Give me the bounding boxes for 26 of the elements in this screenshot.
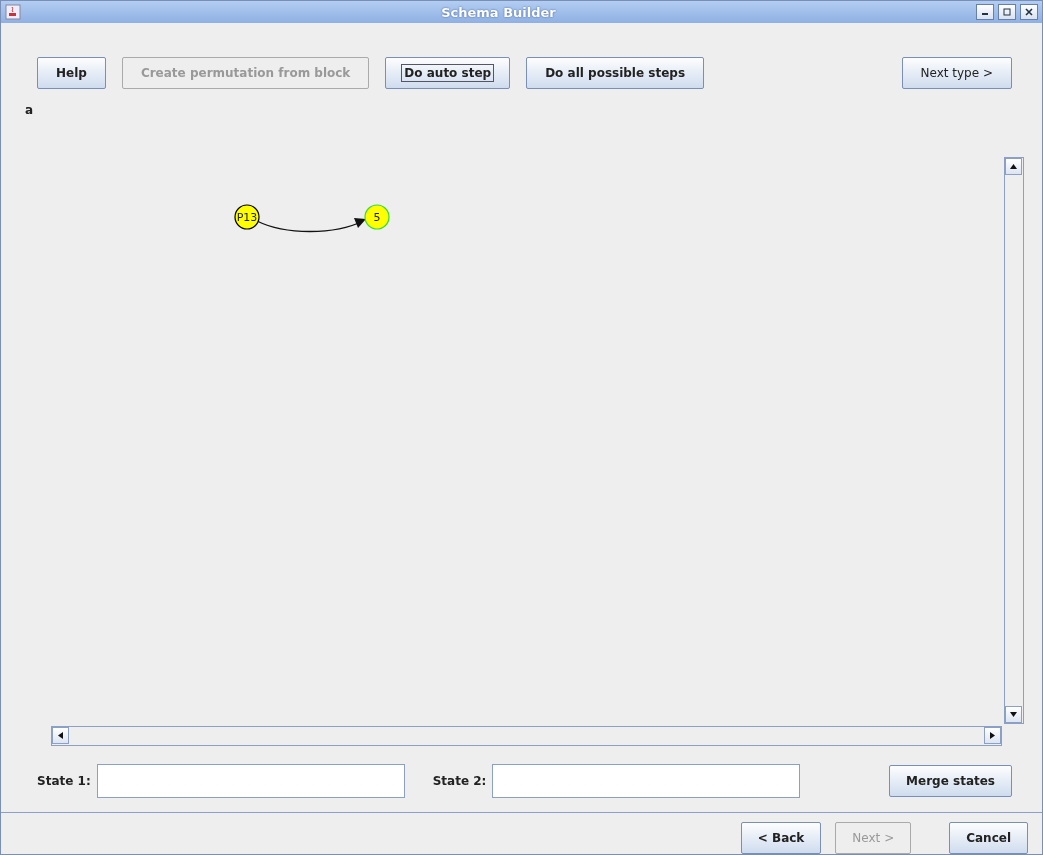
- horizontal-scrollbar[interactable]: [51, 726, 1002, 746]
- maximize-button[interactable]: [998, 4, 1016, 20]
- field-label: State 2:: [432, 774, 487, 788]
- field-label: State 1:: [37, 774, 91, 788]
- state-field[interactable]: [96, 764, 405, 798]
- state-field[interactable]: [492, 764, 801, 798]
- minimize-button[interactable]: [976, 4, 994, 20]
- toolbar-button[interactable]: Help: [37, 57, 106, 89]
- toolbar-button[interactable]: Do auto step: [385, 57, 511, 89]
- graph-node[interactable]: P13: [234, 204, 260, 230]
- toolbar-button[interactable]: Do all possible steps: [526, 57, 705, 89]
- footer-button[interactable]: Cancel: [949, 822, 1028, 854]
- up-arrow-icon: [1009, 162, 1018, 171]
- vertical-scrollbar[interactable]: [1004, 157, 1024, 724]
- left-arrow-icon: [56, 731, 65, 740]
- maximize-icon: [1003, 8, 1011, 16]
- close-icon: [1025, 8, 1033, 16]
- toolbar-button[interactable]: Next type >: [901, 57, 1012, 89]
- footer-button[interactable]: < Back: [740, 822, 822, 854]
- down-arrow-icon: [1009, 710, 1018, 719]
- merge-button[interactable]: Merge states: [889, 765, 1012, 797]
- graph-node[interactable]: 5: [364, 204, 390, 230]
- close-button[interactable]: [1020, 4, 1038, 20]
- right-arrow-icon: [988, 731, 997, 740]
- window-title: Schema Builder: [440, 4, 557, 20]
- graph-label: a: [25, 103, 35, 117]
